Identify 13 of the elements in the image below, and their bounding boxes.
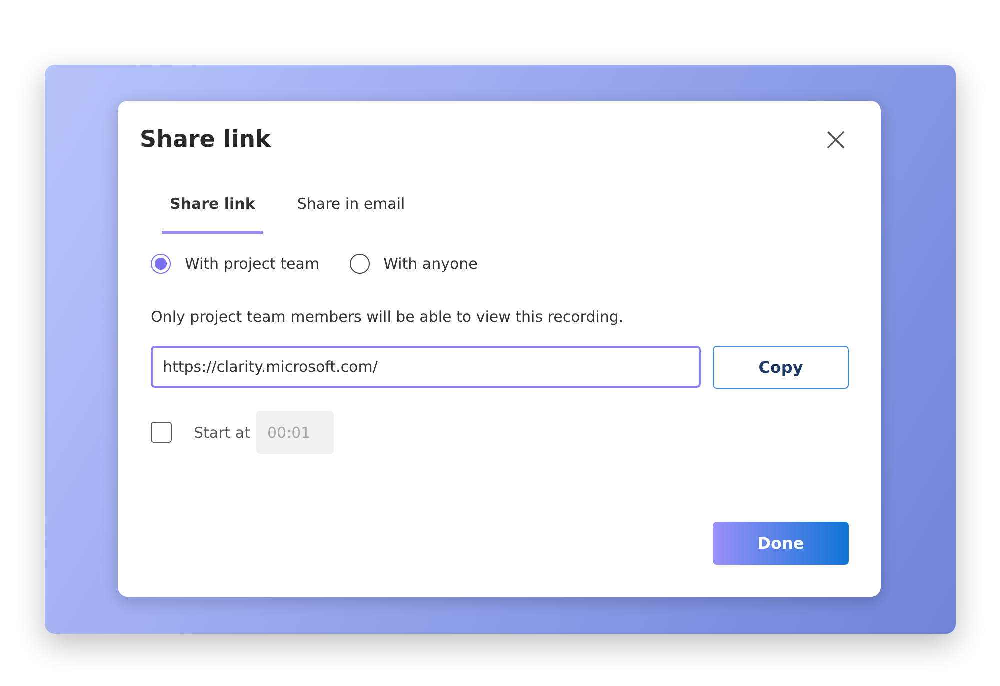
- close-icon: [827, 131, 845, 149]
- tab[interactable]: Share link: [162, 191, 264, 234]
- description-text: Only project team members will be able to view this recording.: [151, 308, 625, 326]
- radio-label: With project team: [185, 255, 320, 273]
- dialog-title: Share link: [140, 127, 271, 153]
- tab[interactable]: Share in email: [289, 191, 414, 234]
- radio-button[interactable]: [350, 254, 370, 274]
- start-at-label: Start at: [194, 424, 250, 442]
- radio-label: With anyone: [384, 255, 478, 273]
- radio-button[interactable]: [151, 254, 171, 274]
- done-button[interactable]: Done: [713, 522, 849, 565]
- copy-button[interactable]: Copy: [713, 346, 849, 389]
- link-field[interactable]: https://clarity.microsoft.com/: [151, 346, 701, 388]
